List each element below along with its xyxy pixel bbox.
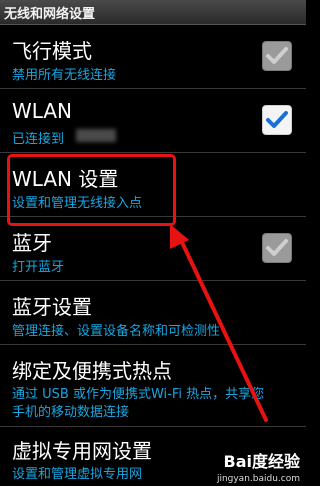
wlan-row[interactable]: WLAN 已连接到 [0,89,306,151]
check-icon [266,47,288,64]
airplane-mode-checkbox[interactable] [262,41,292,71]
tethering-row[interactable]: 绑定及便携式热点 通过 USB 或作为便携式Wi-Fi 热点，共享您 手机的移动… [0,345,306,425]
watermark-url: jingyan.baidu.com [216,474,300,484]
wlan-subtitle: 已连接到 [12,132,65,147]
settings-header: 无线和网络设置 [0,0,306,25]
airplane-mode-subtitle: 禁用所有无线连接 [12,68,117,83]
tethering-subtitle-line2: 手机的移动数据连接 [12,405,130,420]
bluetooth-checkbox[interactable] [262,233,292,263]
header-title: 无线和网络设置 [4,7,96,22]
bluetooth-subtitle: 打开蓝牙 [12,260,65,275]
ssid-blur [76,129,116,142]
bluetooth-settings-row[interactable]: 蓝牙设置 管理连接、设置设备名称和可检测性 [0,281,306,343]
wlan-checkbox[interactable] [262,105,292,135]
vpn-settings-title: 虚拟专用网设置 [12,439,152,463]
vpn-settings-subtitle: 设置和管理虚拟专用网 [12,467,143,482]
airplane-mode-title: 飞行模式 [12,39,92,63]
bluetooth-settings-subtitle: 管理连接、设置设备名称和可检测性 [12,324,221,339]
check-icon [266,111,288,128]
bluetooth-title: 蓝牙 [12,231,52,255]
tethering-title: 绑定及便携式热点 [12,359,172,383]
tethering-subtitle: 通过 USB 或作为便携式Wi-Fi 热点，共享您 [12,387,265,402]
bluetooth-settings-title: 蓝牙设置 [12,295,92,319]
highlight-box [7,154,176,226]
wlan-title: WLAN [12,99,73,123]
check-icon [266,239,288,256]
airplane-mode-row[interactable]: 飞行模式 禁用所有无线连接 [0,25,306,87]
bluetooth-row[interactable]: 蓝牙 打开蓝牙 [0,217,306,279]
baidu-jingyan-logo: Bai度经验 [223,452,300,471]
